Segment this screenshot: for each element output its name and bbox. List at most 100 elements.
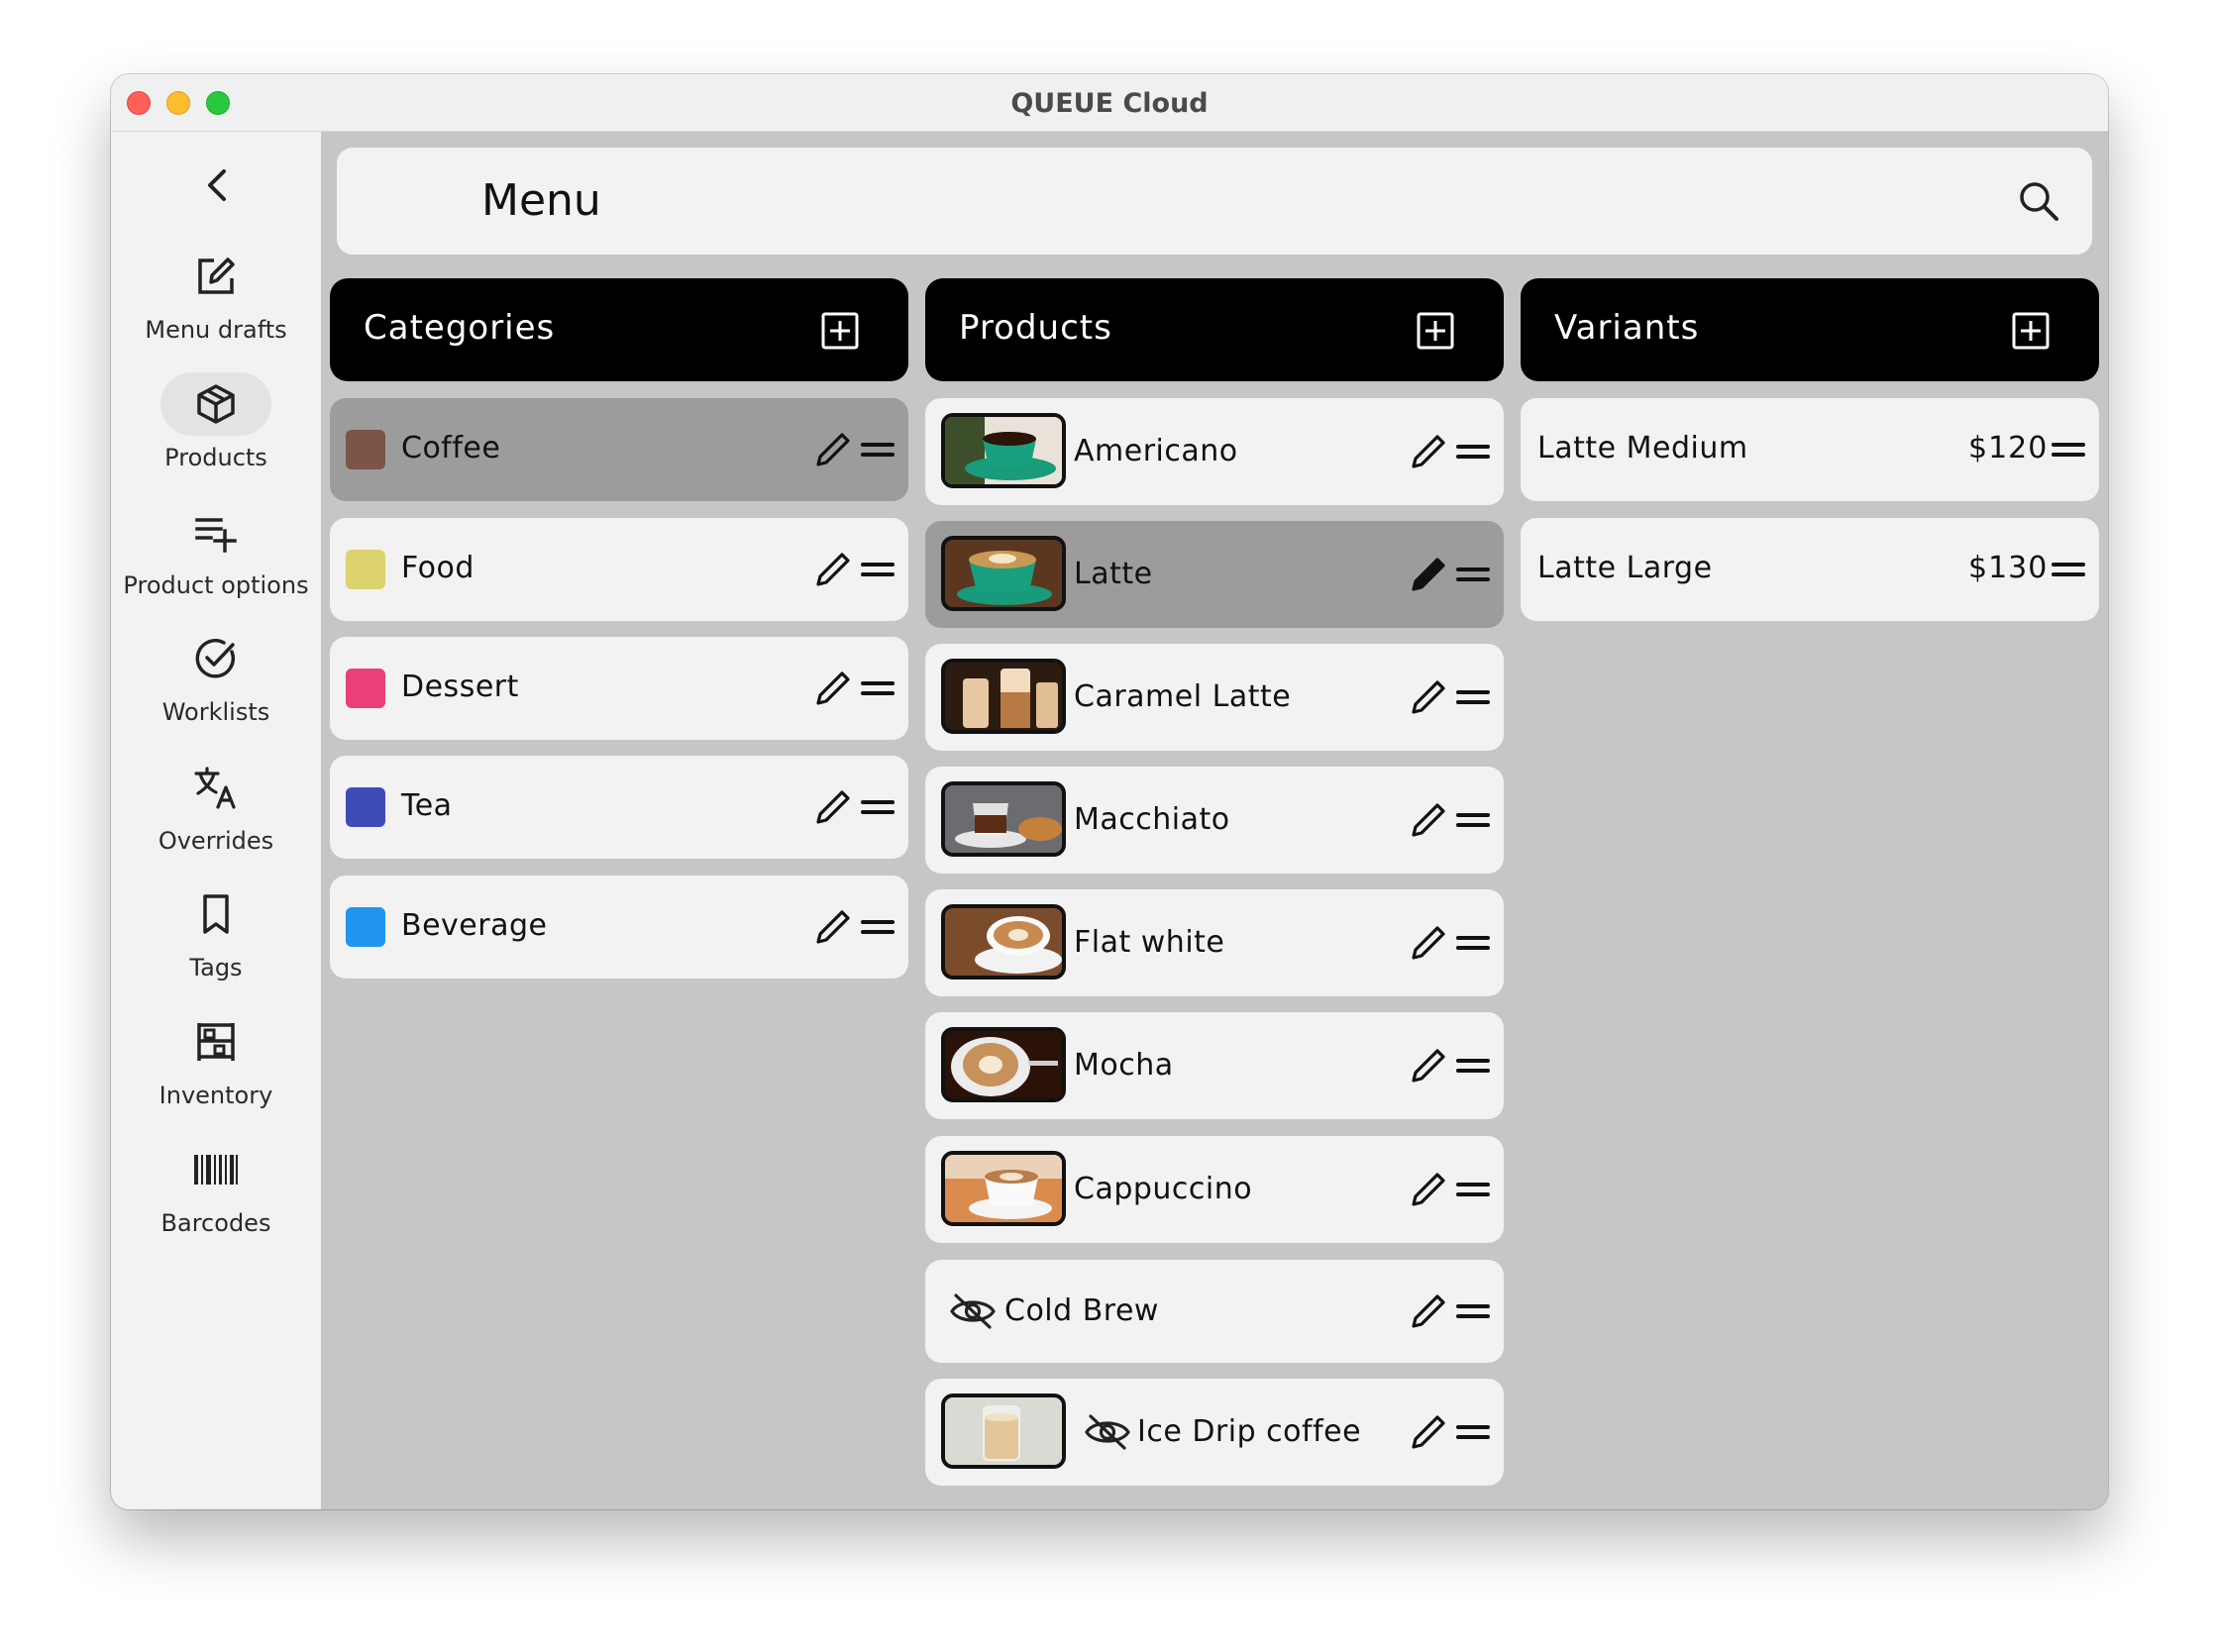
- pencil-icon: [816, 671, 850, 705]
- category-row[interactable]: Tea: [330, 756, 908, 859]
- page-title: Menu: [481, 175, 601, 226]
- sidebar-item-label: Tags: [189, 954, 243, 981]
- product-label: Caramel Latte: [1074, 679, 1292, 714]
- sidebar-item-barcodes[interactable]: Barcodes: [111, 1138, 321, 1247]
- pencil-icon: [816, 433, 850, 466]
- sidebar-item-menu-drafts[interactable]: Menu drafts: [111, 245, 321, 354]
- pencil-icon: [1412, 926, 1445, 960]
- product-row[interactable]: Macchiato: [925, 767, 1504, 874]
- pencil-icon: [1412, 1173, 1445, 1206]
- edit-button[interactable]: [1409, 432, 1448, 471]
- edit-button[interactable]: [1409, 800, 1448, 840]
- drag-handle-icon[interactable]: [1456, 687, 1490, 707]
- variant-row[interactable]: Latte Medium $120: [1521, 398, 2099, 501]
- pencil-icon: [1412, 680, 1445, 714]
- search-icon: [2020, 182, 2058, 221]
- pencil-icon: [1412, 435, 1445, 468]
- drag-handle-icon[interactable]: [861, 917, 895, 937]
- edit-button[interactable]: [1409, 555, 1448, 594]
- drag-handle-icon[interactable]: [2052, 560, 2085, 579]
- edit-button[interactable]: [813, 907, 853, 947]
- drag-handle-icon[interactable]: [2052, 440, 2085, 460]
- drag-handle-icon[interactable]: [861, 797, 895, 817]
- add-variant-button[interactable]: [2012, 312, 2050, 350]
- edit-button[interactable]: [813, 669, 853, 708]
- sidebar-item-label: Barcodes: [160, 1209, 271, 1237]
- drag-handle-icon[interactable]: [861, 440, 895, 460]
- variant-row[interactable]: Latte Large $130: [1521, 518, 2099, 621]
- category-row[interactable]: Dessert: [330, 637, 908, 740]
- sidebar-item-overrides[interactable]: Overrides: [111, 756, 321, 865]
- variant-price: $120: [1968, 431, 2049, 465]
- variants-column: Variants Latte Medium $120 Latte Large $…: [1521, 278, 2099, 621]
- sidebar-item-tags[interactable]: Tags: [111, 882, 321, 991]
- category-row[interactable]: Food: [330, 518, 908, 621]
- edit-button[interactable]: [813, 550, 853, 589]
- product-label: Mocha: [1074, 1048, 1174, 1083]
- product-row[interactable]: Cappuccino: [925, 1136, 1504, 1243]
- categories-column: Categories Coffee Food Dessert Tea Bever…: [330, 278, 908, 979]
- sidebar-item-worklists[interactable]: Worklists: [111, 627, 321, 736]
- hidden-eye-icon: [1084, 1412, 1131, 1452]
- drag-handle-icon[interactable]: [1456, 1301, 1490, 1321]
- translate-icon: [194, 767, 236, 809]
- drag-handle-icon[interactable]: [1456, 810, 1490, 830]
- edit-button[interactable]: [1409, 1046, 1448, 1085]
- add-box-icon: [2012, 312, 2050, 350]
- add-product-button[interactable]: [1417, 312, 1454, 350]
- edit-button[interactable]: [813, 430, 853, 469]
- product-label: Macchiato: [1074, 802, 1230, 837]
- edit-button[interactable]: [1409, 677, 1448, 717]
- product-thumbnail: [941, 1151, 1066, 1226]
- edit-button[interactable]: [813, 787, 853, 827]
- product-row[interactable]: Ice Drip coffee: [925, 1379, 1504, 1486]
- product-label: Cappuccino: [1074, 1172, 1253, 1206]
- product-row[interactable]: Americano: [925, 398, 1504, 505]
- category-label: Food: [401, 551, 474, 585]
- drag-handle-icon[interactable]: [1456, 1056, 1490, 1076]
- add-box-icon: [1417, 312, 1454, 350]
- product-row[interactable]: Flat white: [925, 889, 1504, 996]
- variants-header: Variants: [1521, 278, 2099, 381]
- sidebar-item-product-options[interactable]: Product options: [111, 500, 321, 609]
- category-color-swatch: [346, 907, 385, 947]
- edit-button[interactable]: [1409, 1170, 1448, 1209]
- variant-label: Latte Medium: [1537, 431, 1748, 465]
- product-thumbnail: [941, 781, 1066, 857]
- product-label: Latte: [1074, 557, 1153, 591]
- category-color-swatch: [346, 550, 385, 589]
- products-column: Products Americano Latte Caramel Latte M…: [925, 278, 1504, 1486]
- drag-handle-icon[interactable]: [1456, 442, 1490, 462]
- pencil-icon: [1412, 1415, 1445, 1449]
- variant-price: $130: [1968, 551, 2049, 585]
- drag-handle-icon[interactable]: [1456, 933, 1490, 953]
- product-row[interactable]: Caramel Latte: [925, 644, 1504, 751]
- drag-handle-icon[interactable]: [861, 678, 895, 698]
- sidebar-item-inventory[interactable]: Inventory: [111, 1010, 321, 1119]
- category-row[interactable]: Coffee: [330, 398, 908, 501]
- drag-handle-icon[interactable]: [1456, 1422, 1490, 1442]
- edit-button[interactable]: [1409, 1412, 1448, 1452]
- title-bar: QUEUE Cloud: [111, 74, 2108, 132]
- edit-button[interactable]: [1409, 923, 1448, 963]
- category-label: Tea: [401, 788, 453, 823]
- edit-square-icon: [198, 258, 235, 294]
- categories-header: Categories: [330, 278, 908, 381]
- edit-button[interactable]: [1409, 1291, 1448, 1331]
- pencil-icon: [816, 910, 850, 944]
- product-row[interactable]: Latte: [925, 521, 1504, 628]
- category-label: Coffee: [401, 431, 501, 465]
- category-row[interactable]: Beverage: [330, 876, 908, 979]
- drag-handle-icon[interactable]: [1456, 565, 1490, 584]
- drag-handle-icon[interactable]: [861, 560, 895, 579]
- drag-handle-icon[interactable]: [1456, 1180, 1490, 1199]
- product-row[interactable]: Cold Brew: [925, 1260, 1504, 1363]
- add-category-button[interactable]: [821, 312, 859, 350]
- back-button[interactable]: [196, 163, 240, 207]
- sidebar: Menu drafts Products Product options Wor…: [111, 132, 321, 1509]
- sidebar-item-label: Overrides: [158, 827, 274, 855]
- product-label: Ice Drip coffee: [1137, 1414, 1362, 1449]
- product-row[interactable]: Mocha: [925, 1012, 1504, 1119]
- sidebar-item-products[interactable]: Products: [111, 372, 321, 481]
- search-button[interactable]: [2015, 177, 2062, 225]
